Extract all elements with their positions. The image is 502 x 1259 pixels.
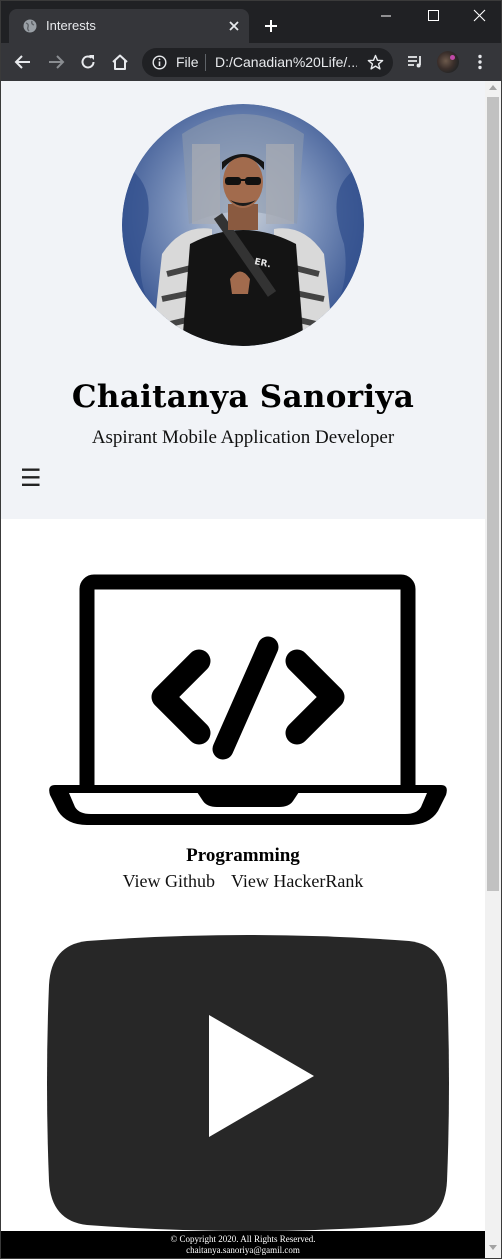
youtube-play-icon [47,935,449,1231]
vertical-scrollbar[interactable] [485,81,501,1258]
profile-name: Chaitanya Sanoriya [71,379,415,415]
scrollbar-thumb[interactable] [487,97,499,891]
hamburger-menu-icon[interactable]: ☰ [20,464,42,492]
media-queue-icon[interactable] [406,53,424,71]
forward-arrow-icon[interactable] [47,53,65,71]
github-link[interactable]: View Github [123,871,215,891]
profile-photo: ER. [122,104,364,346]
profile-tagline: Aspirant Mobile Application Developer [91,427,395,448]
reload-icon[interactable] [79,53,97,71]
interest-title: Programming [186,845,300,866]
footer-email: chaitanya.sanoriya@gamil.com [186,1245,300,1255]
new-tab-icon[interactable] [263,18,279,34]
omnibox-divider [205,54,206,71]
info-icon[interactable] [152,55,167,70]
globe-icon [23,19,37,33]
tab-strip: Interests [1,1,501,43]
tab-interests[interactable]: Interests [9,9,249,43]
page-footer: © Copyright 2020. All Rights Reserved. c… [1,1231,485,1258]
back-arrow-icon[interactable] [14,53,32,71]
tab-title: Interests [46,18,96,33]
window-close-icon[interactable] [470,9,488,23]
scroll-up-arrow-icon[interactable] [489,85,497,90]
footer-copyright: © Copyright 2020. All Rights Reserved. [170,1234,316,1244]
minimize-icon[interactable] [377,9,395,23]
bookmark-star-icon[interactable] [367,54,384,71]
page-viewport: ER. Chaitanya Sanoriya Aspirant Mobile A… [1,81,501,1258]
profile-avatar[interactable] [437,51,459,73]
browser-window: Interests File D:/Canadian%20Life/... ER… [0,0,502,1259]
scroll-down-arrow-icon[interactable] [489,1245,497,1250]
hackerrank-link[interactable]: View HackerRank [231,871,363,891]
scheme-label: File [176,54,199,70]
url-text[interactable]: D:/Canadian%20Life/... [215,54,357,70]
browser-toolbar: File D:/Canadian%20Life/... [1,43,501,81]
more-menu-icon[interactable] [471,53,489,71]
profile-header: ER. Chaitanya Sanoriya Aspirant Mobile A… [1,81,485,519]
interest-links: View Github View HackerRank [1,871,485,892]
address-bar[interactable]: File D:/Canadian%20Life/... [142,48,393,77]
close-tab-icon[interactable] [227,19,241,33]
laptop-code-icon [49,574,447,825]
home-icon[interactable] [111,53,129,71]
maximize-icon[interactable] [424,9,442,23]
